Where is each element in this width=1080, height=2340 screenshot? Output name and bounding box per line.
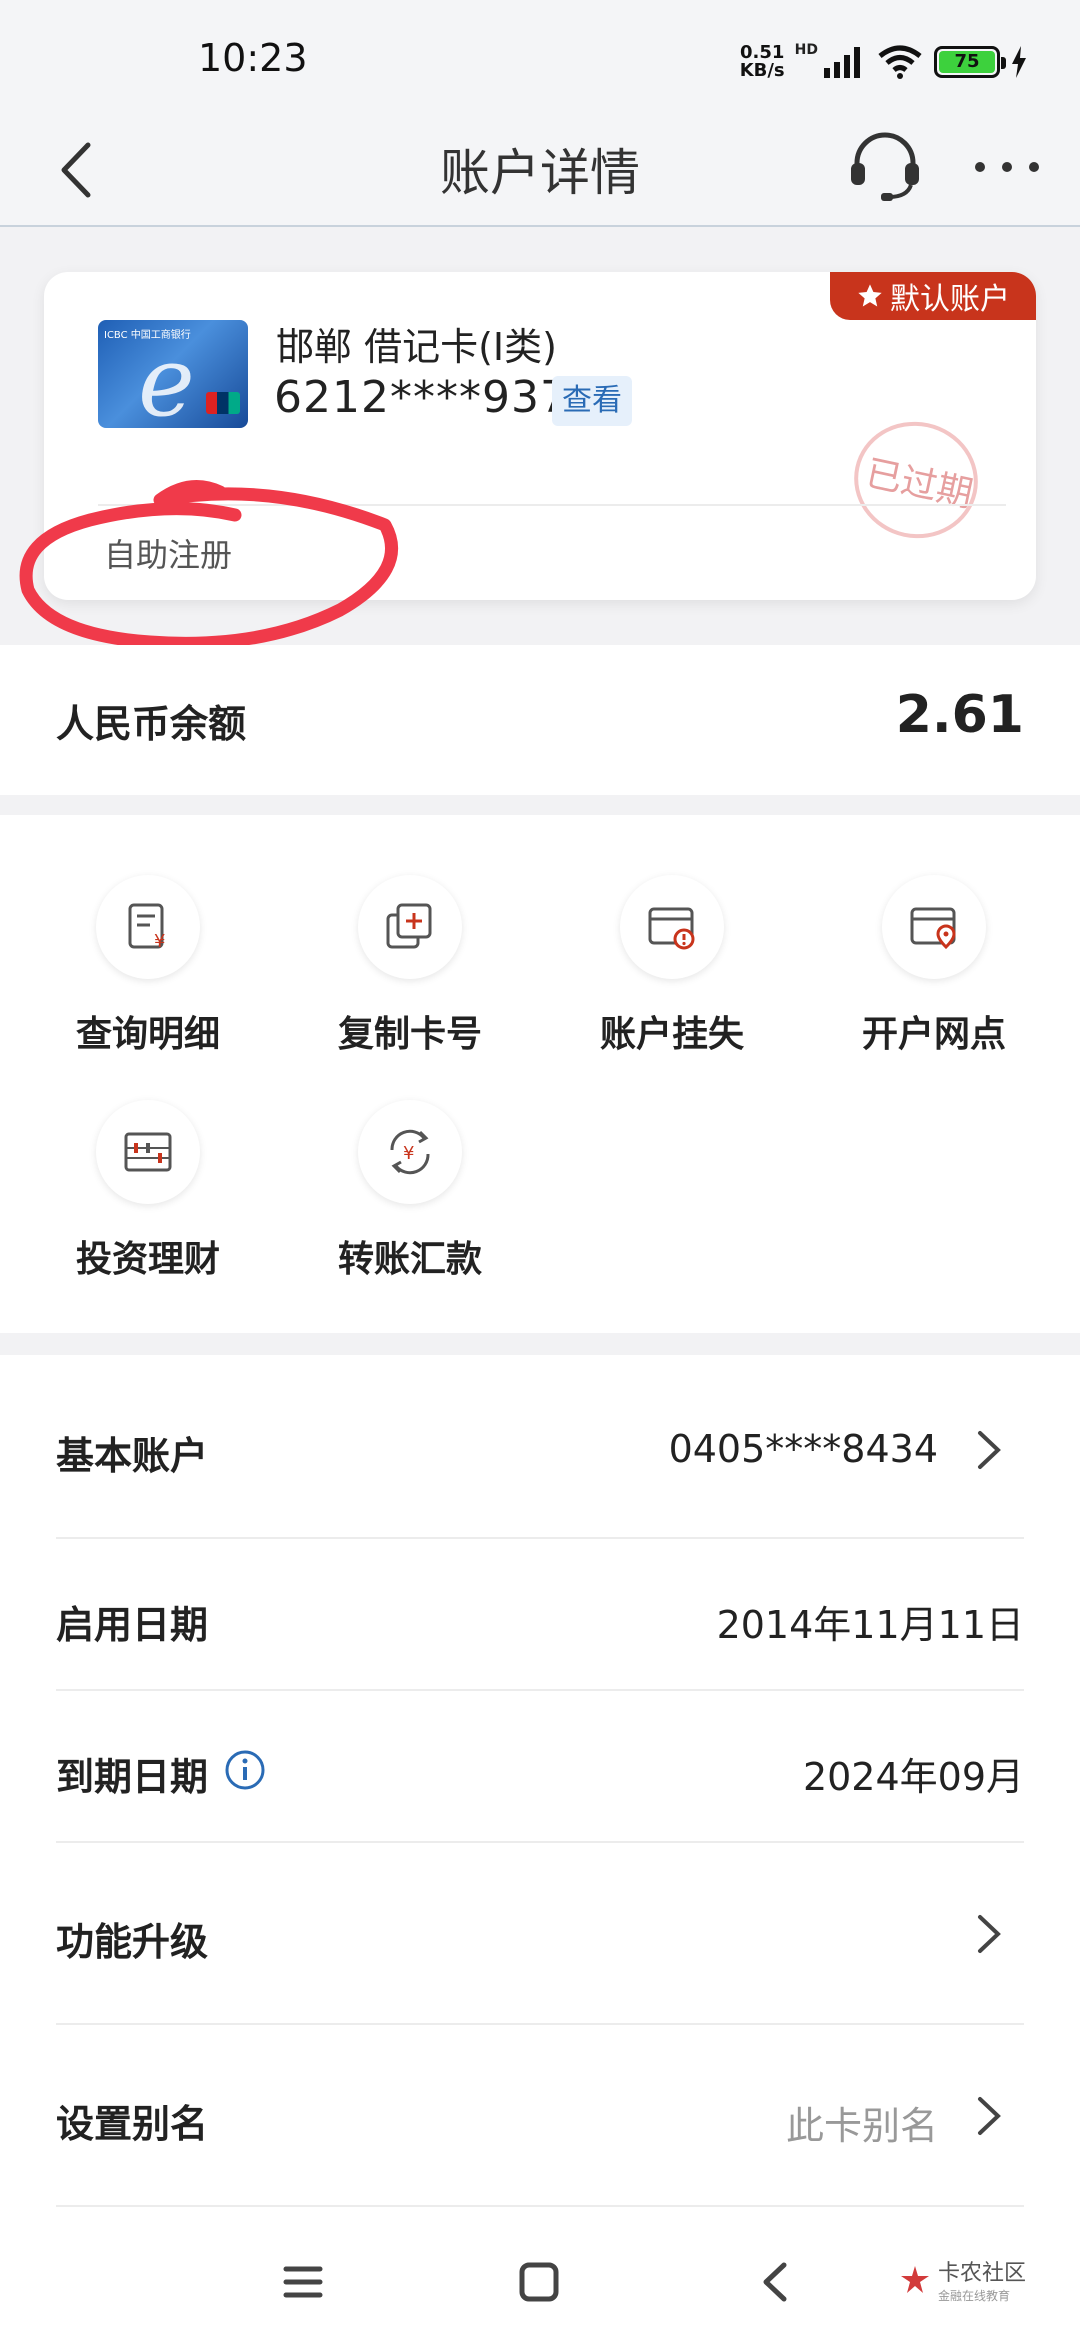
system-nav-bar: 卡农社区 金融在线教育 xyxy=(0,2225,1080,2340)
statement-icon: ¥ xyxy=(128,903,165,952)
bank-card-image: ICBC 中国工商银行 e xyxy=(98,320,248,428)
expiry-date-value: 2024年09月 xyxy=(802,1755,1024,1799)
quick-actions-grid: ¥ 查询明细 复制卡号 账户挂失 开户网点 投资理财 ¥ 转账汇款 xyxy=(0,815,1080,1333)
cellular-signal-icon xyxy=(824,47,860,78)
unionpay-logo-icon xyxy=(206,392,240,414)
battery-icon: 75 xyxy=(934,46,1006,78)
balance-value: 2.61 xyxy=(895,685,1024,745)
expired-stamp: 已过期 xyxy=(843,410,989,550)
balance-row: 人民币余额 2.61 xyxy=(0,645,1080,795)
view-card-number-button[interactable]: 查看 xyxy=(552,376,632,426)
account-details-list: 基本账户 0405****8434 启用日期 2014年11月11日 到期日期 … xyxy=(0,1355,1080,2225)
card-number: 6212****9377 xyxy=(274,372,598,423)
watermark-logo-icon xyxy=(901,2265,929,2293)
branch-location-icon xyxy=(910,907,956,950)
wifi-icon xyxy=(878,45,922,79)
star-icon xyxy=(858,284,882,307)
more-options-icon[interactable] xyxy=(972,155,1042,179)
action-transfer[interactable]: ¥ 转账汇款 xyxy=(280,1040,540,1280)
register-channel-label: 自助注册 xyxy=(104,536,233,574)
default-account-badge: 默认账户 xyxy=(830,272,1036,320)
card-name: 邯郸 借记卡(I类) xyxy=(276,325,557,369)
card-divider xyxy=(98,504,1006,506)
nav-back-icon[interactable] xyxy=(752,2257,802,2307)
balance-label: 人民币余额 xyxy=(56,702,247,746)
e-logo: e xyxy=(138,326,195,428)
action-branch-location[interactable]: 开户网点 xyxy=(804,815,1064,1055)
start-date-row: 启用日期 2014年11月11日 xyxy=(56,1539,1024,1691)
set-alias-row[interactable]: 设置别名 此卡别名 xyxy=(56,2025,1024,2207)
chevron-right-icon xyxy=(978,2097,1001,2135)
start-date-value: 2014年11月11日 xyxy=(716,1603,1024,1647)
account-card: 默认账户 ICBC 中国工商银行 e 邯郸 借记卡(I类) 6212****93… xyxy=(44,272,1036,600)
charging-icon xyxy=(1012,46,1026,78)
action-copy-card-number[interactable]: 复制卡号 xyxy=(280,815,540,1055)
alias-placeholder: 此卡别名 xyxy=(785,2104,938,2148)
copy-icon xyxy=(386,903,432,949)
info-icon[interactable] xyxy=(224,1749,266,1791)
app-header: 账户详情 xyxy=(0,115,1080,227)
svg-text:¥: ¥ xyxy=(154,931,165,952)
status-indicators: 0.51 KB/s HD 75 xyxy=(740,38,1028,86)
svg-text:¥: ¥ xyxy=(403,1143,414,1164)
action-report-loss[interactable]: 账户挂失 xyxy=(542,815,802,1055)
status-bar: 10:23 0.51 KB/s HD 75 xyxy=(0,0,1080,115)
transfer-icon: ¥ xyxy=(390,1129,430,1175)
network-speed: 0.51 KB/s xyxy=(739,42,785,81)
basic-account-row[interactable]: 基本账户 0405****8434 xyxy=(56,1355,1024,1539)
home-icon[interactable] xyxy=(514,2257,564,2307)
customer-service-icon[interactable] xyxy=(845,127,925,207)
hd-tag: HD xyxy=(794,42,818,58)
chevron-right-icon xyxy=(978,1915,1001,1953)
function-upgrade-row[interactable]: 功能升级 xyxy=(56,1843,1024,2025)
action-query-details[interactable]: ¥ 查询明细 xyxy=(18,815,278,1055)
action-investment[interactable]: 投资理财 xyxy=(18,1040,278,1280)
watermark: 卡农社区 金融在线教育 xyxy=(898,2255,1026,2304)
report-loss-icon xyxy=(648,907,695,950)
menu-icon[interactable] xyxy=(278,2257,328,2307)
chevron-right-icon xyxy=(978,1431,1001,1469)
status-time: 10:23 xyxy=(198,36,308,80)
expiry-date-row: 到期日期 2024年09月 xyxy=(56,1691,1024,1843)
abacus-icon xyxy=(124,1132,172,1172)
basic-account-number: 0405****8434 xyxy=(668,1427,938,1471)
